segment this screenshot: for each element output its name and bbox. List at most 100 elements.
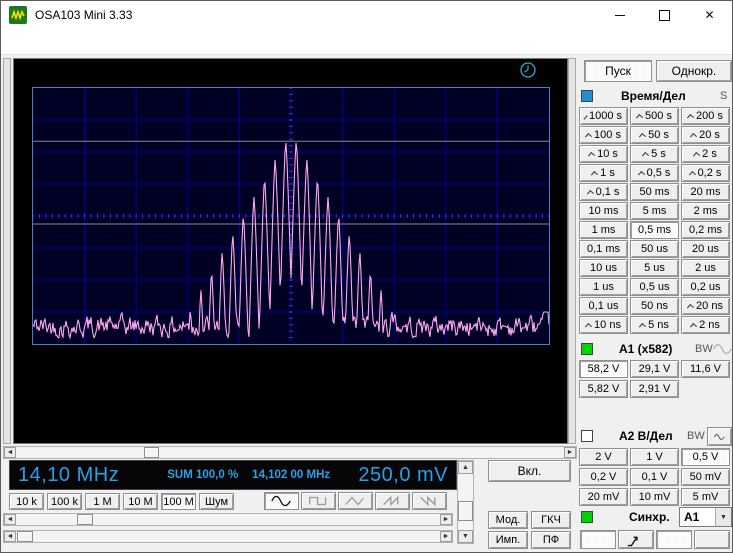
menu-item[interactable] [77,38,95,46]
a2-bw-button[interactable] [707,427,732,446]
timebase-button[interactable]: 2 ns [681,316,730,334]
timebase-button[interactable]: 0,1 us [579,297,628,315]
a2-volts-button[interactable]: 0,2 V [579,468,628,486]
a2-volts-button[interactable]: 1 V [630,448,679,466]
timebase-button[interactable]: 50 ms [630,183,679,201]
timebase-button[interactable]: 20 us [681,240,730,258]
maximize-button[interactable] [642,1,687,29]
sync-button[interactable] [580,530,616,549]
generator-enable-button[interactable]: Вкл. [488,460,571,482]
timebase-button[interactable]: 20 ms [681,183,730,201]
scroll-left-icon[interactable]: ◄ [4,447,16,458]
scope-h-scrollbar-thumb[interactable] [144,447,159,458]
scroll-left-icon[interactable]: ◄ [4,514,16,525]
mode-button[interactable]: Мод. [488,511,528,529]
range-button[interactable]: Шум [199,493,234,510]
timebase-button[interactable]: 20 ns [681,297,730,315]
timebase-button[interactable]: 500 s [630,107,679,125]
a1-gain-button[interactable]: 2,91 V [630,380,679,398]
trigger-slope-button[interactable] [618,530,654,549]
timebase-button[interactable]: 10 us [579,259,628,277]
a2-volts-button[interactable]: 50 mV [681,468,730,486]
generator-amplitude-scrollbar[interactable]: ◄ ► [3,530,453,543]
a2-volts-button[interactable]: 2 V [579,448,628,466]
sync-button[interactable] [656,530,692,549]
timebase-button[interactable]: 20 s [681,126,730,144]
ramp-up-wave-button[interactable] [375,492,410,510]
generator-frequency-scrollbar[interactable]: ◄ ► [3,513,453,526]
menu-item[interactable] [5,38,23,46]
menu-item[interactable] [41,38,59,46]
menu-item[interactable] [23,38,41,46]
scroll-up-icon[interactable]: ▲ [458,461,473,474]
range-button[interactable]: 1 M [85,493,120,510]
a2-volts-button[interactable]: 5 mV [681,488,730,506]
timebase-button[interactable]: 1 ms [579,221,628,239]
range-button[interactable]: 10 k [9,493,44,510]
timebase-button[interactable]: 50 us [630,240,679,258]
timebase-button[interactable]: 50 ns [630,297,679,315]
timebase-button[interactable]: 0,2 s [681,164,730,182]
ramp-down-wave-button[interactable] [412,492,447,510]
timebase-button[interactable]: 0,2 ms [681,221,730,239]
generator-v-scrollbar[interactable]: ▲ ▼ [457,460,474,544]
a2-checkbox[interactable] [581,430,593,442]
timebase-button[interactable]: 0,5 s [630,164,679,182]
square-wave-button[interactable] [301,492,336,510]
range-button[interactable]: 100 k [47,493,82,510]
timebase-button[interactable]: 2 s [681,145,730,163]
scroll-right-icon[interactable]: ► [440,514,452,525]
timebase-button[interactable]: 1 us [579,278,628,296]
scroll-right-icon[interactable]: ► [564,447,576,458]
menu-item[interactable] [59,38,77,46]
timebase-button[interactable]: 5 s [630,145,679,163]
generator-frequency-thumb[interactable] [77,514,93,525]
generator-v-thumb[interactable] [458,501,473,521]
minimize-button[interactable] [597,1,642,29]
a2-volts-button[interactable]: 20 mV [579,488,628,506]
timebase-button[interactable]: 2 ms [681,202,730,220]
timebase-button[interactable]: 5 ms [630,202,679,220]
a2-volts-button[interactable]: 0,1 V [630,468,679,486]
scope-h-scrollbar[interactable]: ◄ ► [3,446,577,459]
scroll-left-icon[interactable]: ◄ [4,531,16,542]
mode-button[interactable]: Имп. [488,531,528,549]
triangle-wave-button[interactable] [338,492,373,510]
sync-source-dropdown[interactable]: A1 ▼ [679,507,732,527]
fft-plot[interactable] [32,87,550,345]
run-button[interactable]: Пуск [584,60,652,82]
range-button[interactable]: 100 M [161,493,196,510]
timebase-button[interactable]: 2 us [681,259,730,277]
timebase-checkbox[interactable] [581,90,593,102]
timebase-button[interactable]: 50 s [630,126,679,144]
a1-gain-button[interactable]: 11,6 V [681,360,730,378]
a1-checkbox[interactable] [581,343,593,355]
mode-button[interactable]: ПФ [531,531,571,549]
scroll-right-icon[interactable]: ► [440,531,452,542]
a2-volts-button[interactable]: 10 mV [630,488,679,506]
timebase-button[interactable]: 100 s [579,126,628,144]
a1-gain-button[interactable]: 5,82 V [579,380,628,398]
a1-gain-button[interactable]: 29,1 V [630,360,679,378]
sync-button[interactable] [694,530,730,549]
timebase-button[interactable]: 0,5 us [630,278,679,296]
a1-gain-button[interactable]: 58,2 V [579,360,628,378]
timebase-button[interactable]: 200 s [681,107,730,125]
timebase-button[interactable]: 10 ns [579,316,628,334]
timebase-button[interactable]: 5 ns [630,316,679,334]
timebase-button[interactable]: 1000 s [579,107,628,125]
timebase-button[interactable]: 5 us [630,259,679,277]
sine-wave-button[interactable] [264,492,299,510]
timebase-button[interactable]: 0,5 ms [630,221,679,239]
timebase-button[interactable]: 10 s [579,145,628,163]
timebase-button[interactable]: 10 ms [579,202,628,220]
range-button[interactable]: 10 M [123,493,158,510]
generator-amplitude-thumb[interactable] [17,531,33,542]
a2-volts-button[interactable]: 0,5 V [681,448,730,466]
timebase-button[interactable]: 0,1 s [579,183,628,201]
timebase-button[interactable]: 0,1 ms [579,240,628,258]
timebase-button[interactable]: 1 s [579,164,628,182]
single-shot-button[interactable]: Однокр. [656,60,732,82]
chevron-down-icon[interactable]: ▼ [715,508,731,526]
sync-checkbox[interactable] [581,511,593,523]
